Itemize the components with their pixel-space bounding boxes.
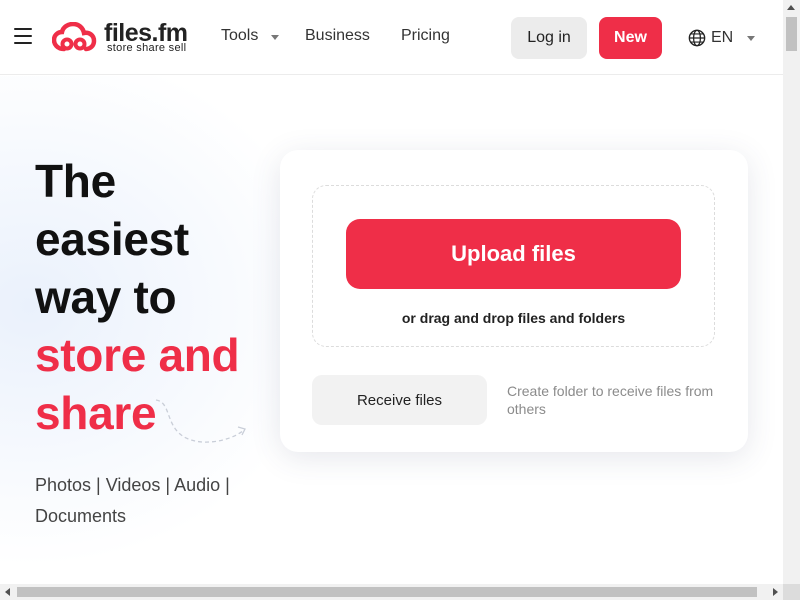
scrollbar-corner bbox=[783, 584, 800, 600]
brand-logo[interactable]: files.fm store share sell bbox=[52, 18, 202, 60]
headline-line: way to bbox=[35, 271, 177, 323]
chevron-down-icon[interactable] bbox=[271, 35, 279, 40]
cloud-logo-icon bbox=[52, 22, 97, 52]
scroll-up-arrow-icon[interactable] bbox=[787, 5, 795, 10]
scroll-left-arrow-icon[interactable] bbox=[5, 588, 10, 596]
headline-line: easiest bbox=[35, 213, 189, 265]
scroll-right-arrow-icon[interactable] bbox=[773, 588, 778, 596]
language-code: EN bbox=[711, 29, 734, 46]
horizontal-scroll-thumb[interactable] bbox=[17, 587, 757, 597]
nav-business[interactable]: Business bbox=[305, 27, 370, 45]
chevron-down-icon bbox=[747, 35, 756, 41]
receive-files-button[interactable]: Receive files bbox=[312, 375, 487, 425]
vertical-scrollbar[interactable] bbox=[783, 0, 800, 584]
headline-line: The bbox=[35, 155, 116, 207]
language-selector[interactable]: EN bbox=[688, 27, 756, 49]
upload-card: Upload files or drag and drop files and … bbox=[280, 150, 748, 452]
headline-accent-line: store and bbox=[35, 329, 240, 381]
hamburger-icon[interactable] bbox=[14, 28, 32, 46]
media-types: Photos | Videos | Audio | Documents bbox=[35, 475, 230, 526]
dashed-arrow-icon bbox=[155, 399, 246, 443]
login-button[interactable]: Log in bbox=[511, 17, 587, 59]
brand-tagline: store share sell bbox=[107, 42, 187, 54]
site-header: files.fm store share sell Tools Business… bbox=[0, 0, 783, 75]
horizontal-scrollbar[interactable] bbox=[0, 584, 783, 600]
dropzone[interactable]: Upload files or drag and drop files and … bbox=[312, 185, 715, 347]
upload-files-button[interactable]: Upload files bbox=[346, 219, 681, 289]
vertical-scroll-thumb[interactable] bbox=[786, 17, 797, 51]
nav-pricing[interactable]: Pricing bbox=[401, 27, 450, 45]
nav-tools[interactable]: Tools bbox=[221, 27, 258, 45]
receive-files-hint: Create folder to receive files from othe… bbox=[507, 383, 714, 417]
new-button[interactable]: New bbox=[599, 17, 662, 59]
globe-icon bbox=[688, 29, 706, 47]
drag-drop-hint: or drag and drop files and folders bbox=[401, 310, 626, 326]
